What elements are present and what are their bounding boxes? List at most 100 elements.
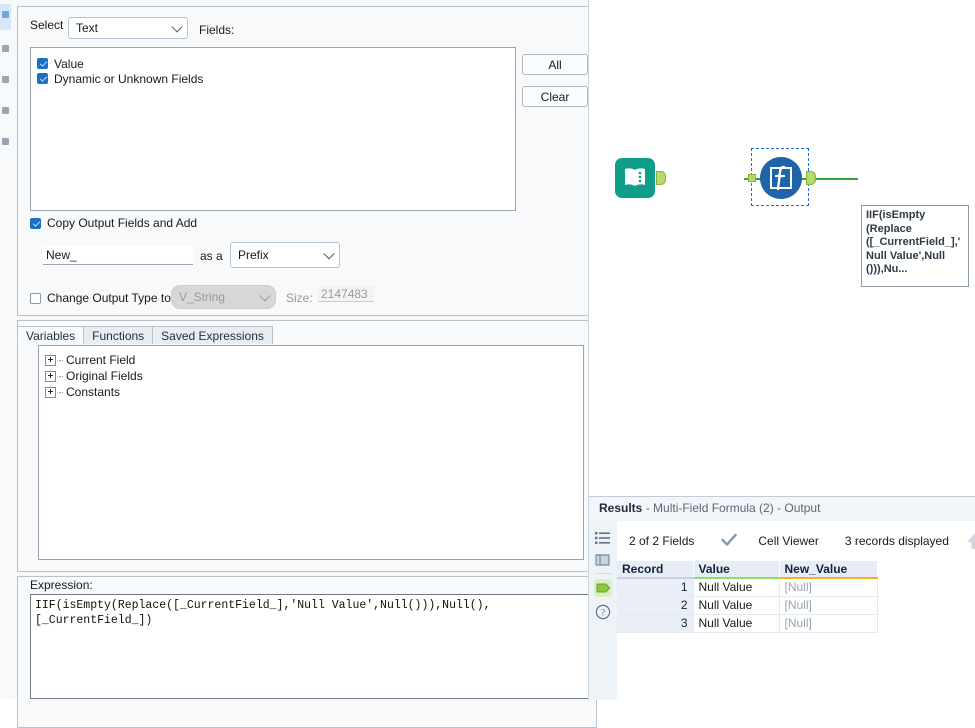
up-arrow-glyph	[965, 530, 975, 550]
field-list-item[interactable]: Dynamic or Unknown Fields	[37, 71, 515, 86]
results-icon-bar: ?	[589, 521, 618, 700]
rail-icon-3[interactable]	[2, 76, 9, 83]
select-type-dropdown[interactable]: Text	[68, 17, 188, 39]
expand-icon[interactable]	[45, 387, 56, 398]
window-glyph	[594, 551, 612, 569]
results-panel: Results - Multi-Field Formula (2) - Outp…	[588, 496, 975, 700]
cell-viewer-label: Cell Viewer	[758, 534, 818, 548]
tree-node-label: Original Fields	[66, 369, 143, 383]
column-header-record[interactable]: Record	[617, 561, 693, 578]
field-list-item[interactable]: Value	[37, 56, 515, 71]
cell-new-value: [Null]	[779, 596, 877, 614]
book-glyph	[622, 167, 648, 189]
size-label: Size:	[286, 291, 313, 305]
column-header-value[interactable]: Value	[693, 561, 779, 578]
text-input-icon	[615, 158, 655, 198]
size-label-row: Size:	[286, 291, 313, 305]
expand-icon[interactable]	[45, 371, 56, 382]
fields-label-row: Fields:	[199, 23, 234, 37]
table-row[interactable]: 2 Null Value [Null]	[617, 596, 877, 614]
rail-icon-5[interactable]	[2, 138, 9, 145]
output-type-dropdown: V_String	[171, 285, 276, 309]
table-row[interactable]: 1 Null Value [Null]	[617, 578, 877, 596]
copy-output-label: Copy Output Fields and Add	[47, 216, 197, 230]
results-title-main: Results	[599, 501, 642, 515]
cell-new-value: [Null]	[779, 614, 877, 632]
list-icon[interactable]	[594, 529, 612, 547]
affix-value: Prefix	[238, 248, 269, 262]
fields-count-dropdown[interactable]: 2 of 2 Fields	[629, 534, 708, 548]
input-anchor[interactable]	[748, 174, 756, 182]
fields-label: Fields:	[199, 23, 234, 37]
size-input: 2147483	[318, 286, 374, 302]
expression-editor[interactable]: IIF(isEmpty(Replace([_CurrentField_],'Nu…	[30, 594, 592, 699]
workflow-canvas[interactable]: IIF(isEmpty (Replace ([_CurrentField_],'…	[588, 0, 975, 496]
tree-node-label: Constants	[66, 385, 120, 399]
results-grid[interactable]: Record Value New_Value 1 Null Value [Nul…	[617, 561, 975, 700]
expression-text: IIF(isEmpty(Replace([_CurrentField_],'Nu…	[35, 598, 587, 628]
tree-node-current-field[interactable]: Current Field	[39, 352, 583, 368]
output-anchor[interactable]	[806, 171, 816, 185]
cell-record: 3	[617, 614, 693, 632]
window-icon[interactable]	[594, 551, 612, 569]
icon-divider	[594, 573, 612, 574]
formula-glyph	[760, 157, 802, 199]
rail-icon-2[interactable]	[2, 45, 9, 52]
cell-value: Null Value	[693, 578, 779, 596]
clear-button[interactable]: Clear	[522, 86, 588, 107]
prefix-name-input[interactable]	[43, 246, 193, 265]
tree-dash	[59, 392, 63, 393]
cell-viewer-dropdown[interactable]: Cell Viewer	[758, 534, 832, 548]
node-text-input[interactable]	[615, 158, 659, 202]
rail-icon-1[interactable]	[2, 11, 9, 18]
affix-dropdown[interactable]: Prefix	[230, 242, 340, 268]
multi-field-formula-icon	[760, 157, 802, 199]
chevron-down-icon	[323, 248, 334, 259]
node-multi-field-formula[interactable]	[751, 148, 809, 206]
results-toolbar: 2 of 2 Fields Cell Viewer 3 records disp…	[617, 521, 975, 562]
as-a-label: as a	[200, 249, 223, 263]
fields-listbox[interactable]: Value Dynamic or Unknown Fields	[30, 47, 516, 211]
as-a-label-row: as a	[200, 249, 223, 263]
change-type-label: Change Output Type to	[47, 291, 171, 305]
rail-icon-4[interactable]	[2, 107, 9, 114]
tab-variables[interactable]: Variables	[17, 326, 84, 344]
alteryx-designer-window: Select Text Fields: Value Dynamic or Unk…	[0, 0, 975, 699]
copy-output-row[interactable]: Copy Output Fields and Add	[30, 216, 197, 230]
tree-dash	[59, 376, 63, 377]
results-title: Results - Multi-Field Formula (2) - Outp…	[599, 501, 820, 515]
tree-node-constants[interactable]: Constants	[39, 384, 583, 400]
field-checkbox-dynamic[interactable]	[37, 73, 48, 84]
tree-node-label: Current Field	[66, 353, 135, 367]
output-anchor-icon[interactable]	[594, 579, 612, 597]
scroll-up-icon[interactable]	[965, 530, 975, 553]
change-type-checkbox[interactable]	[30, 293, 41, 304]
cell-record: 2	[617, 596, 693, 614]
copy-output-checkbox[interactable]	[30, 218, 41, 229]
configuration-panel: Select Text Fields: Value Dynamic or Unk…	[11, 0, 588, 699]
output-tag-glyph	[594, 579, 612, 597]
variables-tree[interactable]: Current Field Original Fields Constants	[38, 345, 584, 560]
cell-new-value: [Null]	[779, 578, 877, 596]
expand-icon[interactable]	[45, 355, 56, 366]
svg-text:?: ?	[601, 607, 605, 617]
checkmark-icon[interactable]	[720, 531, 738, 552]
all-button[interactable]: All	[522, 54, 588, 75]
chevron-down-icon	[171, 21, 182, 32]
table-row[interactable]: 3 Null Value [Null]	[617, 614, 877, 632]
column-header-new-value[interactable]: New_Value	[779, 561, 877, 578]
tree-node-original-fields[interactable]: Original Fields	[39, 368, 583, 384]
select-row: Select	[30, 18, 63, 32]
output-type-value: V_String	[179, 290, 225, 304]
tab-saved-expressions[interactable]: Saved Expressions	[152, 326, 273, 344]
tab-functions[interactable]: Functions	[83, 326, 153, 344]
cell-value: Null Value	[693, 614, 779, 632]
cell-record: 1	[617, 578, 693, 596]
field-checkbox-value[interactable]	[37, 58, 48, 69]
help-icon[interactable]: ?	[594, 603, 612, 621]
cell-value: Null Value	[693, 596, 779, 614]
output-anchor[interactable]	[656, 171, 666, 185]
table-header-row: Record Value New_Value	[617, 561, 877, 578]
change-type-row[interactable]: Change Output Type to	[30, 291, 171, 305]
node-annotation-text: IIF(isEmpty (Replace ([_CurrentField_],'…	[866, 209, 960, 275]
